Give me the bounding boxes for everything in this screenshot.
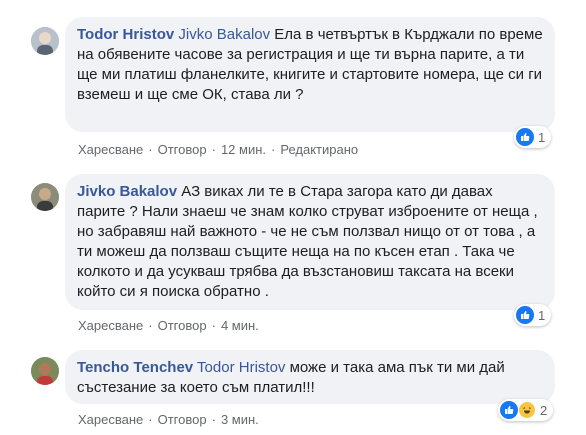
reply-link[interactable]: Отговор xyxy=(158,412,207,427)
edited-label[interactable]: Редактирано xyxy=(280,142,358,157)
timestamp[interactable]: 12 мин. xyxy=(221,142,266,157)
like-link[interactable]: Харесване xyxy=(78,412,143,427)
comment-text: Jivko Bakalov АЗ виках ли те в Стара заг… xyxy=(77,182,543,302)
comment-text: Todor Hristov Jivko Bakalov Ела в четвър… xyxy=(77,25,543,105)
separator: · xyxy=(148,412,153,427)
like-link[interactable]: Харесване xyxy=(78,142,143,157)
haha-icon xyxy=(518,401,536,419)
like-link[interactable]: Харесване xyxy=(78,318,143,333)
comment-author[interactable]: Todor Hristov xyxy=(77,26,174,43)
comment-bubble: Todor Hristov Jivko Bakalov Ела в четвър… xyxy=(65,17,555,132)
like-icon xyxy=(516,128,534,146)
reaction-count: 2 xyxy=(540,402,548,418)
comment-author[interactable]: Tencho Tenchev xyxy=(77,359,193,376)
reaction-summary[interactable]: 1 xyxy=(514,304,552,326)
avatar[interactable] xyxy=(31,357,59,385)
avatar-photo-icon xyxy=(31,357,59,385)
avatar[interactable] xyxy=(31,183,59,211)
reaction-summary[interactable]: 2 xyxy=(498,399,554,421)
timestamp[interactable]: 4 мин. xyxy=(221,318,259,333)
tagged-user[interactable]: Jivko Bakalov xyxy=(178,26,270,43)
like-icon xyxy=(516,306,534,324)
separator: · xyxy=(211,412,216,427)
comment-actions: Харесване · Отговор · 12 мин. · Редактирано xyxy=(78,142,358,157)
comment-author[interactable]: Jivko Bakalov xyxy=(77,183,177,200)
avatar-photo-icon xyxy=(31,27,59,55)
separator: · xyxy=(148,318,153,333)
reaction-summary[interactable]: 1 xyxy=(514,126,552,148)
avatar[interactable] xyxy=(31,27,59,55)
separator: · xyxy=(211,142,216,157)
separator: · xyxy=(211,318,216,333)
separator: · xyxy=(271,142,276,157)
comment-text: Tencho Tenchev Todor Hristov може и така… xyxy=(77,358,543,398)
reaction-count: 1 xyxy=(538,307,546,323)
avatar-photo-icon xyxy=(31,183,59,211)
like-icon xyxy=(500,401,518,419)
reply-link[interactable]: Отговор xyxy=(158,318,207,333)
comment-actions: Харесване · Отговор · 3 мин. xyxy=(78,412,259,427)
comment-actions: Харесване · Отговор · 4 мин. xyxy=(78,318,259,333)
tagged-user[interactable]: Todor Hristov xyxy=(197,359,285,376)
comment-bubble: Jivko Bakalov АЗ виках ли те в Стара заг… xyxy=(65,174,555,310)
comment-body: АЗ виках ли те в Стара загора като ди да… xyxy=(77,183,538,300)
separator: · xyxy=(148,142,153,157)
reaction-count: 1 xyxy=(538,129,546,145)
comment-bubble: Tencho Tenchev Todor Hristov може и така… xyxy=(65,350,555,404)
reply-link[interactable]: Отговор xyxy=(158,142,207,157)
timestamp[interactable]: 3 мин. xyxy=(221,412,259,427)
